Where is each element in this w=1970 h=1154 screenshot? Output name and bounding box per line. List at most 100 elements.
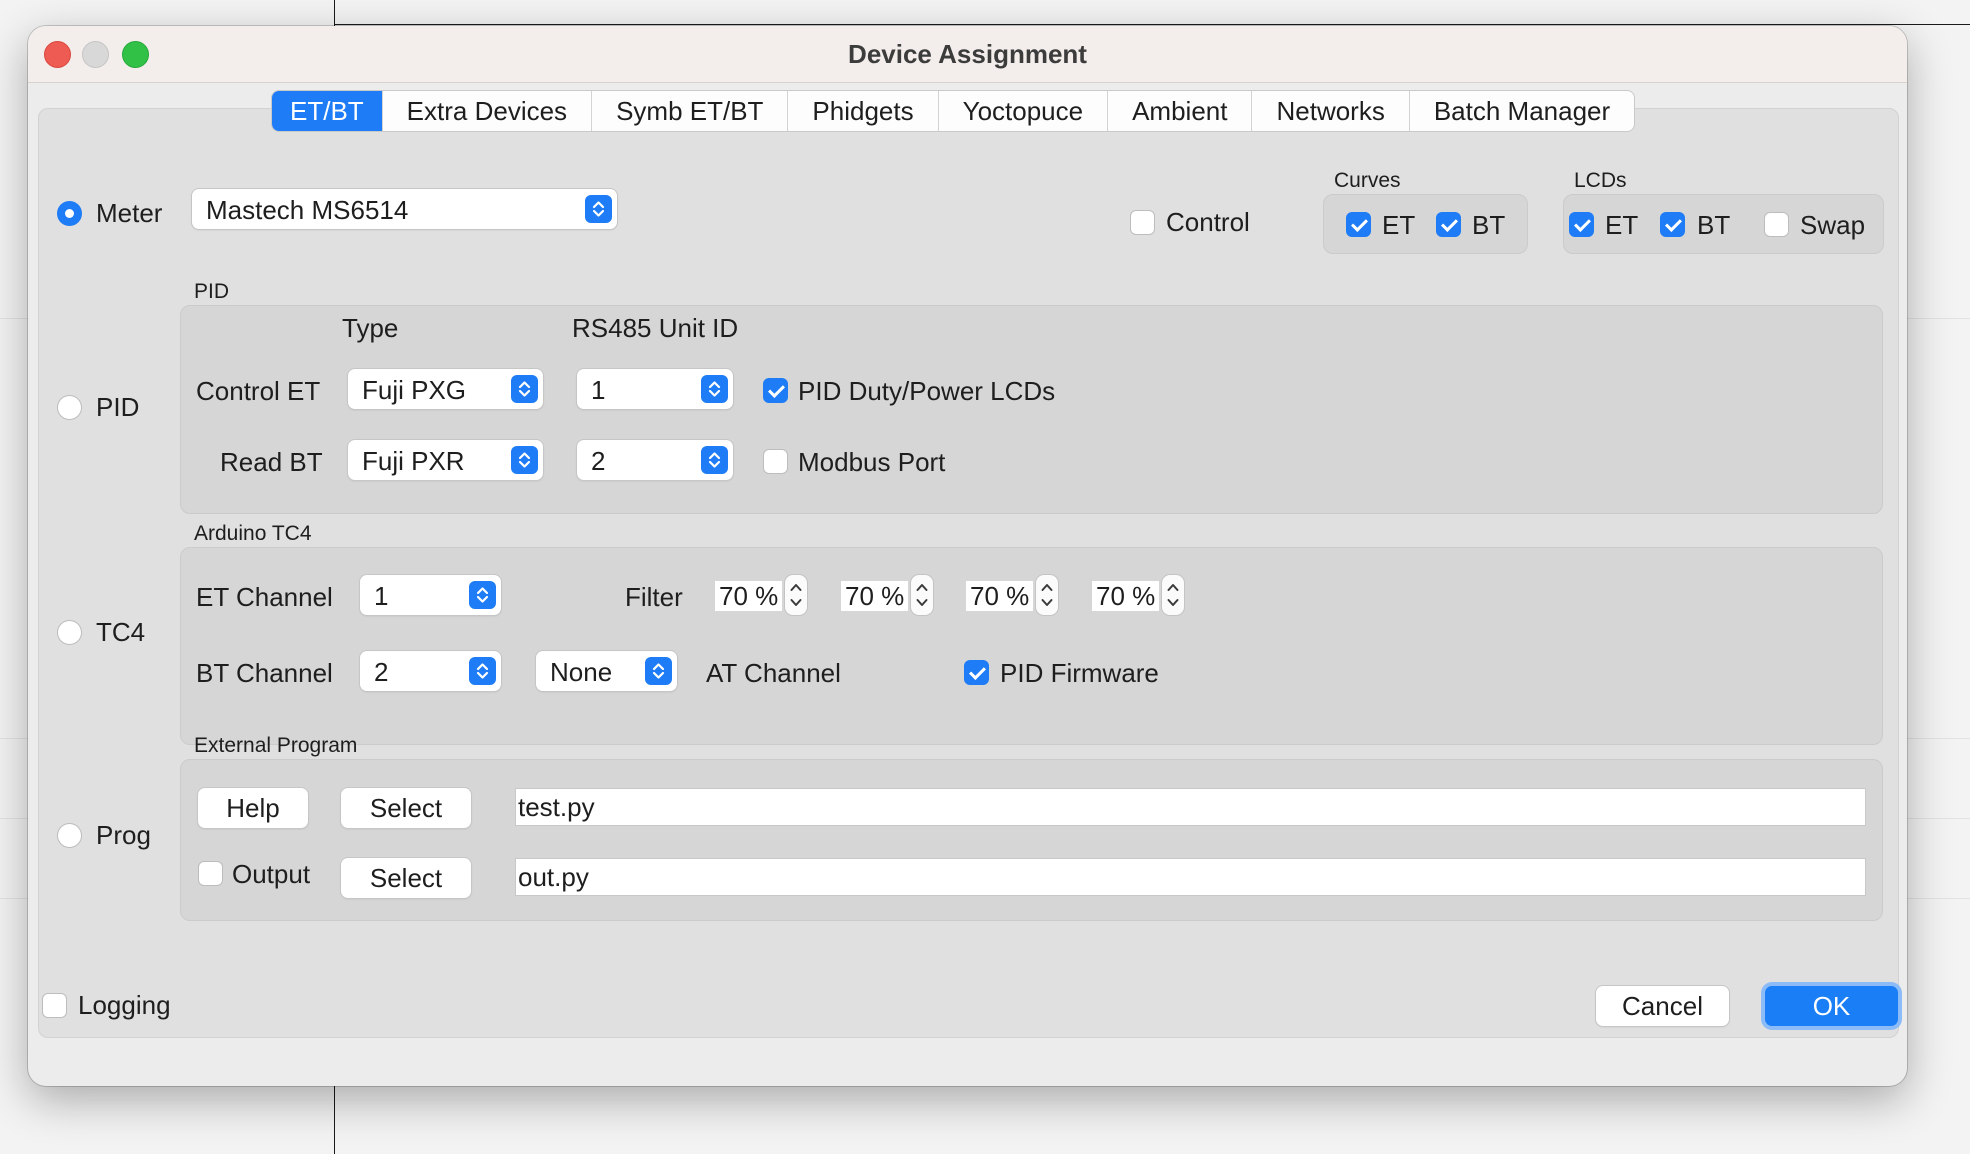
background-rule — [334, 24, 1970, 25]
at-channel-select[interactable]: None — [536, 651, 677, 691]
tc4-group-title: Arduino TC4 — [194, 522, 312, 545]
pid-radio[interactable] — [57, 395, 82, 420]
curves-et-label: ET — [1382, 210, 1416, 240]
pid-group-title: PID — [194, 280, 230, 303]
lcds-bt-label: BT — [1697, 210, 1731, 240]
bt-channel-label: BT Channel — [196, 658, 333, 688]
curves-bt-label: BT — [1472, 210, 1506, 240]
filter-spinbox-1[interactable]: 70 % — [715, 575, 807, 615]
filter-value-3: 70 % — [966, 581, 1034, 611]
tab-batch-manager[interactable]: Batch Manager — [1408, 91, 1634, 131]
program-path-field[interactable]: test.py — [515, 788, 1866, 826]
logging-label: Logging — [78, 990, 171, 1020]
background-divider — [334, 1086, 335, 1154]
modbus-port-label: Modbus Port — [798, 447, 946, 477]
pid-firmware-label: PID Firmware — [1000, 658, 1159, 688]
et-channel-value: 1 — [374, 581, 389, 611]
background-divider — [334, 0, 335, 26]
read-bt-label: Read BT — [220, 447, 323, 477]
select-program-button[interactable]: Select — [341, 788, 471, 828]
logging-checkbox[interactable] — [42, 993, 67, 1018]
at-channel-value: None — [550, 657, 613, 687]
select-output-button[interactable]: Select — [341, 858, 471, 898]
tab-yoctopuce[interactable]: Yoctopuce — [937, 91, 1107, 131]
tab-networks[interactable]: Networks — [1251, 91, 1408, 131]
device-assignment-dialog: Device Assignment ET/BT Extra Devices Sy… — [28, 26, 1907, 1086]
updown-chevron-icon — [469, 657, 496, 685]
control-et-type-value: Fuji PXG — [362, 375, 467, 405]
spinner-arrows-icon[interactable] — [1036, 575, 1058, 615]
updown-chevron-icon — [469, 581, 496, 609]
bt-channel-value: 2 — [374, 657, 389, 687]
meter-label: Meter — [96, 198, 163, 228]
control-et-label: Control ET — [196, 376, 321, 406]
curves-et-checkbox[interactable] — [1346, 212, 1371, 237]
spinner-arrows-icon[interactable] — [785, 575, 807, 615]
filter-value-4: 70 % — [1092, 581, 1160, 611]
output-checkbox[interactable] — [198, 861, 223, 886]
pid-firmware-checkbox[interactable] — [964, 660, 989, 685]
lcds-et-checkbox[interactable] — [1569, 212, 1594, 237]
control-et-unit-value: 1 — [591, 375, 606, 405]
meter-select-value: Mastech MS6514 — [206, 195, 409, 225]
pid-group — [180, 305, 1883, 514]
pid-unit-header: RS485 Unit ID — [572, 313, 739, 343]
control-checkbox[interactable] — [1130, 210, 1155, 235]
filter-value-2: 70 % — [841, 581, 909, 611]
spinner-arrows-icon[interactable] — [1162, 575, 1184, 615]
updown-chevron-icon — [585, 195, 612, 223]
meter-radio[interactable] — [57, 201, 82, 226]
filter-value-1: 70 % — [715, 581, 783, 611]
et-channel-select[interactable]: 1 — [360, 575, 501, 615]
control-et-type-select[interactable]: Fuji PXG — [348, 369, 543, 409]
prog-radio[interactable] — [57, 823, 82, 848]
curves-bt-checkbox[interactable] — [1436, 212, 1461, 237]
updown-chevron-icon — [511, 446, 538, 474]
pid-duty-label: PID Duty/Power LCDs — [798, 376, 1056, 406]
meter-select[interactable]: Mastech MS6514 — [192, 189, 617, 229]
lcds-bt-checkbox[interactable] — [1660, 212, 1685, 237]
read-bt-unit-select[interactable]: 2 — [577, 440, 733, 480]
lcds-et-label: ET — [1605, 210, 1639, 240]
control-label: Control — [1166, 207, 1250, 237]
bt-channel-select[interactable]: 2 — [360, 651, 501, 691]
updown-chevron-icon — [511, 375, 538, 403]
tab-bar: ET/BT Extra Devices Symb ET/BT Phidgets … — [271, 90, 1636, 132]
tc4-radio-label: TC4 — [96, 617, 146, 647]
window-title: Device Assignment — [848, 39, 1087, 69]
tab-et-bt[interactable]: ET/BT — [272, 91, 382, 131]
help-button[interactable]: Help — [198, 788, 308, 828]
read-bt-type-select[interactable]: Fuji PXR — [348, 440, 543, 480]
ok-button[interactable]: OK — [1765, 986, 1898, 1026]
at-channel-label: AT Channel — [706, 658, 841, 688]
filter-spinbox-3[interactable]: 70 % — [966, 575, 1058, 615]
title-bar: Device Assignment — [28, 26, 1907, 83]
pid-type-header: Type — [342, 313, 399, 343]
tc4-radio[interactable] — [57, 620, 82, 645]
tab-ambient[interactable]: Ambient — [1107, 91, 1251, 131]
modbus-port-checkbox[interactable] — [763, 449, 788, 474]
lcds-title: LCDs — [1574, 169, 1627, 192]
lcds-swap-label: Swap — [1800, 210, 1866, 240]
updown-chevron-icon — [701, 375, 728, 403]
updown-chevron-icon — [701, 446, 728, 474]
filter-spinbox-2[interactable]: 70 % — [841, 575, 933, 615]
filter-label: Filter — [625, 582, 683, 612]
read-bt-unit-value: 2 — [591, 446, 606, 476]
tab-phidgets[interactable]: Phidgets — [787, 91, 937, 131]
tab-extra-devices[interactable]: Extra Devices — [381, 91, 591, 131]
read-bt-type-value: Fuji PXR — [362, 446, 465, 476]
output-path-field[interactable]: out.py — [515, 858, 1866, 896]
updown-chevron-icon — [645, 657, 672, 685]
tab-symb-et-bt[interactable]: Symb ET/BT — [591, 91, 787, 131]
filter-spinbox-4[interactable]: 70 % — [1092, 575, 1184, 615]
control-et-unit-select[interactable]: 1 — [577, 369, 733, 409]
pid-radio-label: PID — [96, 392, 140, 422]
cancel-button[interactable]: Cancel — [1596, 986, 1729, 1026]
pid-duty-checkbox[interactable] — [763, 378, 788, 403]
prog-radio-label: Prog — [96, 820, 151, 850]
lcds-swap-checkbox[interactable] — [1764, 212, 1789, 237]
spinner-arrows-icon[interactable] — [911, 575, 933, 615]
external-program-title: External Program — [194, 734, 358, 757]
et-channel-label: ET Channel — [196, 582, 333, 612]
